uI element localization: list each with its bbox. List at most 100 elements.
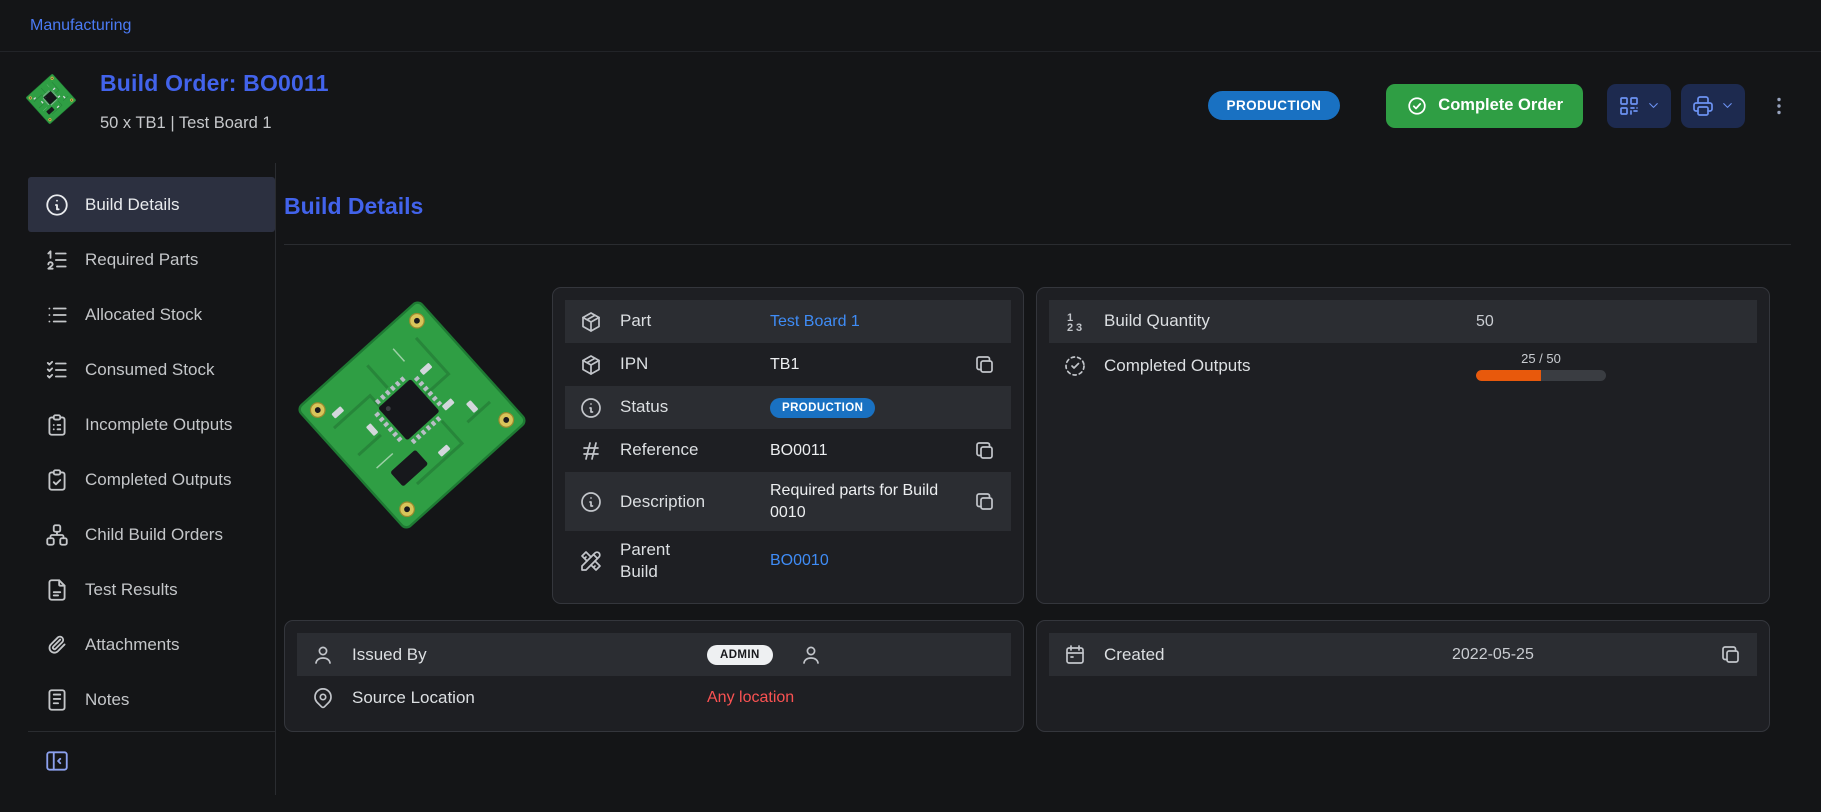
calendar-icon — [1063, 643, 1087, 667]
sidebar: Build Details Required Parts Allocated S… — [0, 163, 276, 795]
svg-text:2: 2 — [1067, 322, 1073, 334]
chevron-down-icon — [1720, 98, 1735, 113]
part-link[interactable]: Test Board 1 — [770, 313, 860, 331]
sidebar-item-label: Incomplete Outputs — [85, 415, 232, 435]
row-label: Reference — [620, 439, 770, 461]
details-grid: Part Test Board 1 IPN TB1 Status PRODUCT… — [284, 287, 1791, 732]
sidebar-item-label: Completed Outputs — [85, 470, 231, 490]
header-left: Build Order: BO0011 50 x TB1 | Test Boar… — [24, 70, 329, 133]
status-badge: PRODUCTION — [1208, 91, 1341, 120]
sidebar-footer — [28, 731, 275, 779]
print-actions-button[interactable] — [1681, 84, 1745, 128]
row-value: Required parts for Build 0010 — [770, 480, 973, 523]
paperclip-icon — [44, 632, 70, 658]
list-icon — [44, 302, 70, 328]
row-build-quantity: 123 Build Quantity 50 — [1049, 300, 1757, 343]
source-location-value: Any location — [707, 689, 997, 707]
row-created: Created 2022-05-25 — [1049, 633, 1757, 676]
row-reference: Reference BO0011 — [565, 429, 1011, 472]
breadcrumb-manufacturing[interactable]: Manufacturing — [30, 17, 131, 35]
copy-icon[interactable] — [1719, 643, 1743, 667]
quantity-panel: 123 Build Quantity 50 Completed Outputs … — [1036, 287, 1770, 604]
complete-order-label: Complete Order — [1438, 96, 1563, 115]
barcode-actions-button[interactable] — [1607, 84, 1671, 128]
sidebar-item-incomplete-outputs[interactable]: Incomplete Outputs — [28, 397, 275, 452]
row-source-location: Source Location Any location — [297, 676, 1011, 719]
collapse-sidebar-icon[interactable] — [44, 748, 70, 774]
details-panel: Part Test Board 1 IPN TB1 Status PRODUCT… — [552, 287, 1024, 604]
file-check-icon — [44, 577, 70, 603]
copy-icon[interactable] — [973, 439, 997, 463]
more-actions-button[interactable] — [1767, 94, 1791, 118]
page-subtitle: 50 x TB1 | Test Board 1 — [100, 114, 329, 133]
row-value: TB1 — [770, 356, 973, 374]
sidebar-item-required-parts[interactable]: Required Parts — [28, 232, 275, 287]
tools-icon — [579, 549, 603, 573]
row-value: BO0011 — [770, 442, 973, 460]
progress-track — [1476, 370, 1606, 381]
row-label: Build Quantity — [1104, 310, 1476, 332]
svg-text:3: 3 — [1076, 322, 1082, 334]
row-label: Parent Build — [620, 539, 694, 583]
row-label: Source Location — [352, 687, 707, 709]
sidebar-item-label: Build Details — [85, 195, 180, 215]
row-label: Completed Outputs — [1104, 355, 1476, 377]
info-circle-icon — [579, 490, 603, 514]
package-icon — [579, 310, 603, 334]
row-parent-build: Parent Build BO0010 — [565, 531, 1011, 591]
sidebar-item-label: Child Build Orders — [85, 525, 223, 545]
sidebar-item-label: Test Results — [85, 580, 178, 600]
sitemap-icon — [44, 522, 70, 548]
row-part: Part Test Board 1 — [565, 300, 1011, 343]
copy-icon[interactable] — [973, 353, 997, 377]
main-content: Build Details Part Test Board 1 IPN — [276, 163, 1821, 732]
sidebar-item-attachments[interactable]: Attachments — [28, 617, 275, 672]
sidebar-item-label: Attachments — [85, 635, 180, 655]
build-thumbnail[interactable] — [24, 72, 78, 126]
sidebar-item-label: Consumed Stock — [85, 360, 214, 380]
qrcode-icon — [1617, 94, 1641, 118]
numbers-123-icon: 123 — [1063, 310, 1087, 334]
clipboard-check-icon — [44, 467, 70, 493]
clipboard-list-icon — [44, 412, 70, 438]
breadcrumb: Manufacturing — [0, 0, 1821, 52]
row-label: Part — [620, 310, 770, 332]
progress-check-icon — [1063, 354, 1087, 378]
sidebar-item-completed-outputs[interactable]: Completed Outputs — [28, 452, 275, 507]
header-actions: PRODUCTION Complete Order — [1208, 78, 1791, 133]
sidebar-item-notes[interactable]: Notes — [28, 672, 275, 727]
header-titles: Build Order: BO0011 50 x TB1 | Test Boar… — [100, 70, 329, 133]
sidebar-item-test-results[interactable]: Test Results — [28, 562, 275, 617]
row-completed-outputs: Completed Outputs 25 / 50 — [1049, 343, 1757, 389]
completed-progress-fill — [1476, 370, 1541, 381]
sidebar-item-allocated-stock[interactable]: Allocated Stock — [28, 287, 275, 342]
production-status-badge: PRODUCTION — [770, 398, 875, 418]
copy-icon[interactable] — [973, 490, 997, 514]
complete-order-button[interactable]: Complete Order — [1386, 84, 1583, 128]
circle-check-icon — [1406, 95, 1428, 117]
row-status: Status PRODUCTION — [565, 386, 1011, 429]
page-header: Build Order: BO0011 50 x TB1 | Test Boar… — [0, 52, 1821, 163]
row-label: Issued By — [352, 644, 707, 666]
row-label: Description — [620, 491, 770, 513]
row-label: Status — [620, 396, 770, 418]
sidebar-item-build-details[interactable]: Build Details — [28, 177, 275, 232]
completed-progress: 25 / 50 — [1476, 351, 1606, 381]
row-label: Created — [1104, 644, 1452, 666]
row-value: 50 — [1476, 313, 1743, 331]
body-row: Build Details Required Parts Allocated S… — [0, 163, 1821, 795]
list-check-icon — [44, 357, 70, 383]
package-icon — [579, 353, 603, 377]
parent-build-link[interactable]: BO0010 — [770, 552, 829, 570]
sidebar-item-child-build-orders[interactable]: Child Build Orders — [28, 507, 275, 562]
sidebar-item-label: Required Parts — [85, 250, 198, 270]
row-ipn: IPN TB1 — [565, 343, 1011, 386]
section-heading: Build Details — [284, 193, 1791, 220]
chevron-down-icon — [1646, 98, 1661, 113]
sidebar-item-consumed-stock[interactable]: Consumed Stock — [28, 342, 275, 397]
pcb-image — [283, 286, 540, 543]
map-pin-icon — [311, 686, 335, 710]
issued-panel: Issued By ADMIN Source Location Any loca… — [284, 620, 1024, 732]
part-image[interactable] — [284, 287, 540, 543]
progress-label: 25 / 50 — [1476, 351, 1606, 366]
